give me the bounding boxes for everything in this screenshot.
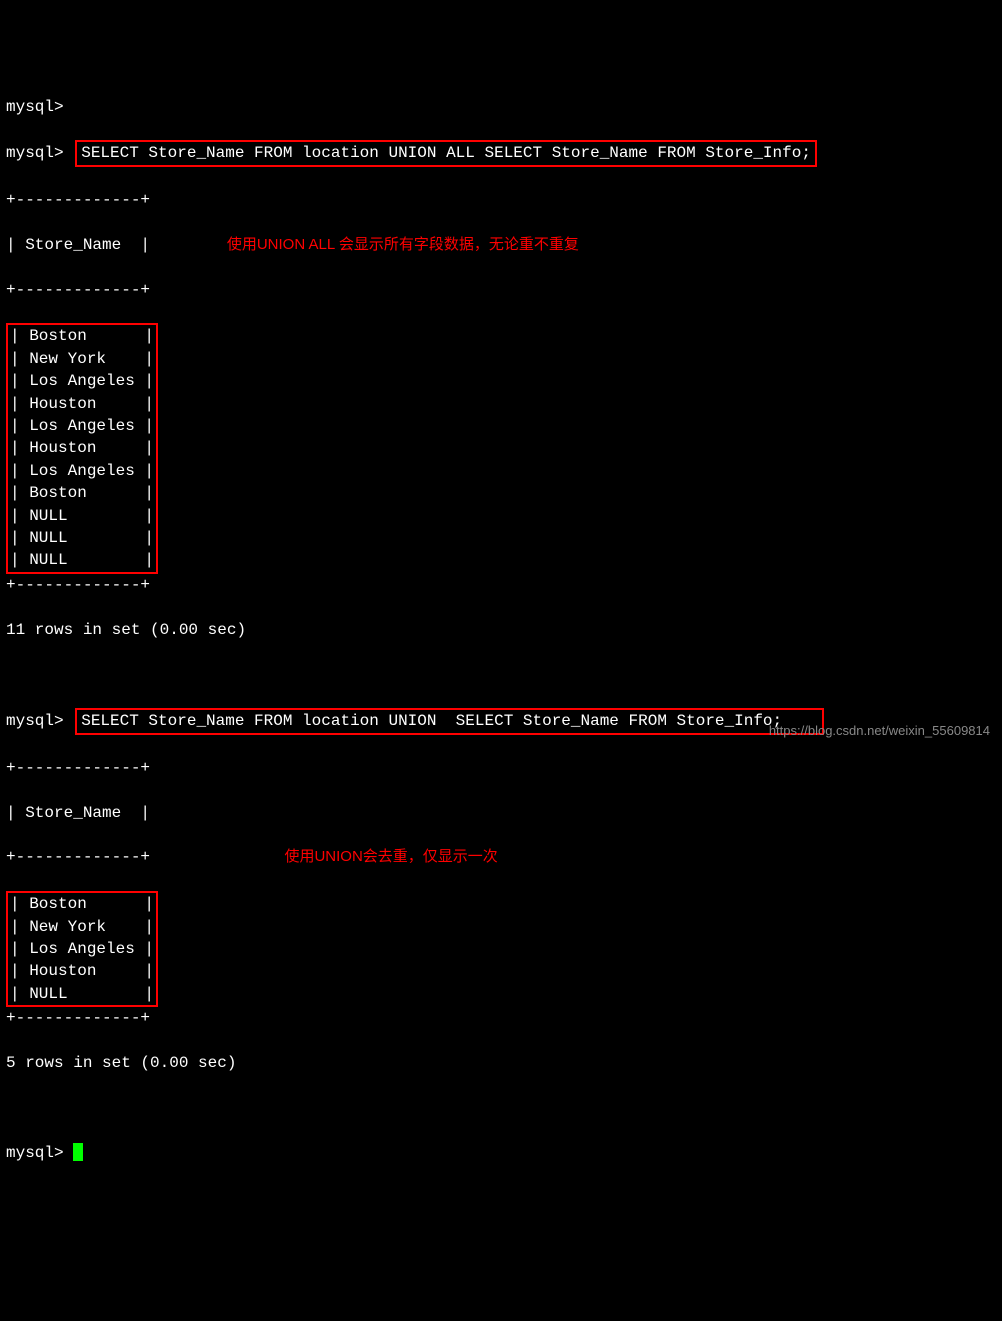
column-header-2: | Store_Name | (6, 802, 1002, 824)
prompt-line-1: mysql> (6, 96, 1002, 118)
query-line-1[interactable]: mysql> SELECT Store_Name FROM location U… (6, 140, 1002, 166)
table-separator: +-------------+ (6, 1007, 1002, 1029)
header-label-row-1: | Store_Name | 使用UNION ALL 会显示所有字段数据，无论重… (6, 234, 1002, 256)
result-row: | Los Angeles | (10, 460, 154, 482)
result-box-2: | Boston || New York || Los Angeles || H… (6, 891, 158, 1007)
prompt-cursor-line[interactable]: mysql> (6, 1142, 1002, 1164)
result-row: | NULL | (10, 505, 154, 527)
result-row: | Boston | (10, 325, 154, 347)
mysql-prompt: mysql> (6, 712, 64, 730)
result-row: | Los Angeles | (10, 938, 154, 960)
result-row: | Houston | (10, 437, 154, 459)
table-separator: +-------------+ (6, 848, 150, 866)
sql-query-2: SELECT Store_Name FROM location UNION SE… (81, 712, 782, 730)
result-row: | Boston | (10, 893, 154, 915)
result-row: | NULL | (10, 549, 154, 571)
result-row: | New York | (10, 916, 154, 938)
result-box-1: | Boston || New York || Los Angeles || H… (6, 323, 158, 573)
result-row: | New York | (10, 348, 154, 370)
result-row: | NULL | (10, 983, 154, 1005)
table-separator: +-------------+ (6, 191, 150, 209)
mysql-prompt: mysql> (6, 144, 64, 162)
sql-query-2-highlight: SELECT Store_Name FROM location UNION SE… (75, 708, 824, 734)
result-row: | Houston | (10, 393, 154, 415)
watermark: https://blog.csdn.net/weixin_55609814 (769, 722, 990, 740)
separator-annotation-row: +-------------+ 使用UNION会去重，仅显示一次 (6, 846, 1002, 868)
result-row: | Houston | (10, 960, 154, 982)
status-line-1: 11 rows in set (0.00 sec) (6, 619, 1002, 641)
table-separator: +-------------+ (6, 279, 1002, 301)
result-row: | NULL | (10, 527, 154, 549)
sql-query-1-highlight: SELECT Store_Name FROM location UNION AL… (75, 140, 817, 166)
sql-query-1: SELECT Store_Name FROM location UNION AL… (81, 144, 811, 162)
header-row-1: +-------------+ (6, 189, 1002, 211)
cursor (73, 1143, 83, 1161)
annotation-1: 使用UNION ALL 会显示所有字段数据，无论重不重复 (227, 236, 579, 253)
status-line-2: 5 rows in set (0.00 sec) (6, 1052, 1002, 1074)
result-row: | Los Angeles | (10, 415, 154, 437)
annotation-2: 使用UNION会去重，仅显示一次 (284, 848, 497, 865)
mysql-prompt: mysql> (6, 98, 64, 116)
mysql-prompt: mysql> (6, 1144, 64, 1162)
result-row: | Boston | (10, 482, 154, 504)
column-header-1: | Store_Name | (6, 236, 150, 254)
result-row: | Los Angeles | (10, 370, 154, 392)
table-separator: +-------------+ (6, 757, 1002, 779)
table-separator: +-------------+ (6, 574, 1002, 596)
